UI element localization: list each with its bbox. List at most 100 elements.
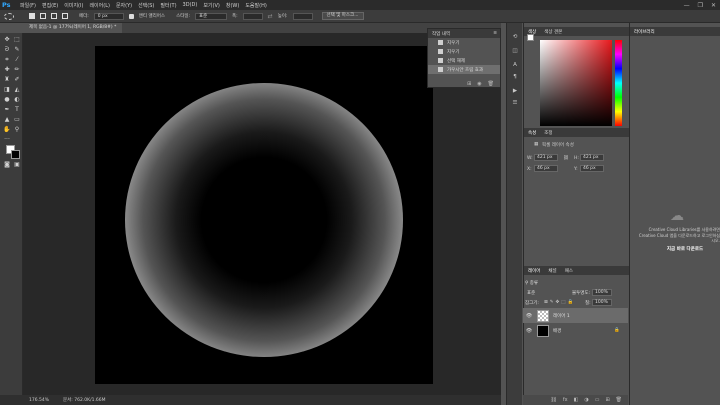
layer-name[interactable]: 레이어 1	[553, 313, 570, 319]
history-brush-icon[interactable]: ✐	[13, 76, 21, 84]
trash-icon[interactable]: 🗑	[488, 81, 494, 87]
pen-icon[interactable]: ✒	[3, 106, 11, 114]
blur-icon[interactable]: ●	[3, 96, 11, 104]
tab-channels[interactable]: 채널	[548, 268, 556, 274]
new-selection-icon[interactable]	[29, 13, 35, 19]
restore-icon[interactable]: ❐	[698, 2, 703, 9]
character-panel-icon[interactable]: A	[511, 61, 519, 69]
minimize-icon[interactable]: —	[684, 2, 690, 9]
color-panel-foreground-swatch[interactable]	[527, 34, 534, 41]
x-input[interactable]: 46 px	[534, 165, 558, 172]
menu-layer[interactable]: 레이어(L)	[89, 2, 110, 9]
download-link[interactable]: 지금 바로 다운로드	[650, 246, 720, 252]
quick-mask-icon[interactable]: ◙	[3, 161, 11, 169]
document-canvas[interactable]	[95, 46, 433, 384]
rectangle-icon[interactable]: ▭	[13, 116, 21, 124]
lasso-icon[interactable]: ᘐ	[3, 46, 11, 54]
eyedropper-icon[interactable]: ⁄	[13, 56, 21, 64]
camera-icon[interactable]: ◉	[477, 81, 481, 87]
crop-icon[interactable]: ⌗	[3, 56, 11, 64]
document-tab[interactable]: 제목 없음-1 @ 177%(레이어 1, RGB/8#) *	[23, 23, 123, 33]
menu-type[interactable]: 문자(Y)	[116, 2, 132, 9]
adjustment-icon[interactable]: ◑	[584, 397, 588, 403]
menu-filter[interactable]: 필터(T)	[160, 2, 176, 9]
y-input[interactable]: 46 px	[580, 165, 604, 172]
tab-paths[interactable]: 패스	[565, 268, 573, 274]
layer-row-layer1[interactable]: 👁 레이어 1	[523, 308, 628, 323]
feather-input[interactable]: 0 px	[93, 12, 124, 20]
opacity-input[interactable]: 100%	[592, 289, 612, 296]
subtract-selection-icon[interactable]	[51, 13, 57, 19]
fill-input[interactable]: 100%	[592, 299, 612, 306]
menu-edit[interactable]: 편집(E)	[42, 2, 58, 9]
lock-icons[interactable]: ⊠✎✥⬚🔒	[544, 300, 575, 305]
paint-bucket-icon[interactable]: ◭	[13, 86, 21, 94]
history-item[interactable]: 지우기	[428, 38, 500, 47]
menu-help[interactable]: 도움말(H)	[245, 2, 266, 9]
dodge-icon[interactable]: ◐	[13, 96, 21, 104]
menu-file[interactable]: 파일(F)	[20, 2, 36, 9]
menu-3d[interactable]: 3D(D)	[183, 2, 198, 8]
color-picker-field[interactable]	[540, 40, 612, 126]
properties-panel-icon[interactable]: ◫	[511, 47, 519, 55]
tab-layers[interactable]: 레이어	[528, 268, 540, 274]
zoom-icon[interactable]: ⚲	[13, 126, 21, 134]
screen-mode-icon[interactable]: ▣	[13, 161, 21, 169]
folder-icon[interactable]: ▭	[595, 397, 600, 403]
mask-icon[interactable]: ◧	[574, 397, 579, 403]
type-icon[interactable]: T	[13, 106, 21, 114]
hand-icon[interactable]: ✋	[3, 126, 11, 134]
adjust-panel-icon[interactable]: ☰	[511, 99, 519, 107]
brush-icon[interactable]: ✏	[13, 66, 21, 74]
stamp-icon[interactable]: ♜	[3, 76, 11, 84]
link-layers-icon[interactable]: ⛓	[551, 397, 557, 403]
intersect-selection-icon[interactable]	[62, 13, 68, 19]
tab-swatches[interactable]: 색상 견본	[544, 29, 562, 35]
history-item[interactable]: 지우기	[428, 47, 500, 56]
close-icon[interactable]: ✕	[711, 2, 716, 9]
menu-select[interactable]: 선택(S)	[138, 2, 154, 9]
background-color-swatch[interactable]	[11, 150, 20, 159]
menu-view[interactable]: 보기(V)	[203, 2, 220, 9]
eye-icon[interactable]: 👁	[525, 313, 533, 319]
menu-image[interactable]: 이미지(I)	[64, 2, 83, 9]
quick-select-icon[interactable]: ✎	[13, 46, 21, 54]
style-select[interactable]: 표준	[195, 12, 228, 20]
more-tools-icon[interactable]: ···	[3, 136, 11, 144]
link-icon[interactable]: ⛓	[563, 156, 569, 161]
hue-slider[interactable]	[615, 40, 622, 126]
eye-icon[interactable]: 👁	[525, 328, 533, 334]
blend-mode-select[interactable]: 표준	[527, 290, 563, 296]
w-input[interactable]: 421 px	[534, 154, 558, 161]
menu-window[interactable]: 창(W)	[226, 2, 239, 9]
path-select-icon[interactable]: ▲	[3, 116, 11, 124]
marquee-icon[interactable]: ⬚	[13, 36, 21, 44]
swap-icon[interactable]: ⇄	[268, 13, 273, 20]
antialias-checkbox[interactable]	[128, 13, 134, 19]
tab-adjustments[interactable]: 조정	[544, 130, 552, 136]
height-input[interactable]	[292, 12, 313, 20]
select-and-mask-button[interactable]: 선택 및 마스크...	[321, 12, 364, 20]
h-input[interactable]: 421 px	[580, 154, 604, 161]
zoom-level[interactable]: 176.54%	[29, 398, 49, 403]
new-layer-icon[interactable]: ⊞	[605, 397, 609, 403]
fx-icon[interactable]: fx	[563, 397, 568, 403]
healing-brush-icon[interactable]: ✚	[3, 66, 11, 74]
layer-filter-select[interactable]: ⚲ 종류	[525, 280, 538, 286]
actions-panel-icon[interactable]: ▶	[511, 87, 519, 95]
width-input[interactable]	[242, 12, 263, 20]
new-document-icon[interactable]: ⊞	[467, 81, 471, 87]
history-item-selected[interactable]: 가우시안 흐림 효과	[428, 65, 500, 74]
layer-name[interactable]: 배경	[553, 328, 561, 334]
layer-row-background[interactable]: 👁 배경 🔒	[523, 323, 628, 338]
history-panel-icon[interactable]: ⟲	[511, 33, 519, 41]
add-selection-icon[interactable]	[40, 13, 46, 19]
marquee-tool-icon[interactable]	[4, 12, 14, 20]
paragraph-panel-icon[interactable]: ¶	[511, 73, 519, 81]
history-item[interactable]: 선택 해제	[428, 56, 500, 65]
move-tool-icon[interactable]: ✥	[3, 36, 11, 44]
trash-icon[interactable]: 🗑	[616, 397, 622, 403]
tab-properties[interactable]: 속성	[528, 130, 536, 136]
panel-menu-icon[interactable]: ≡	[493, 31, 497, 36]
eraser-icon[interactable]: ◨	[3, 86, 11, 94]
